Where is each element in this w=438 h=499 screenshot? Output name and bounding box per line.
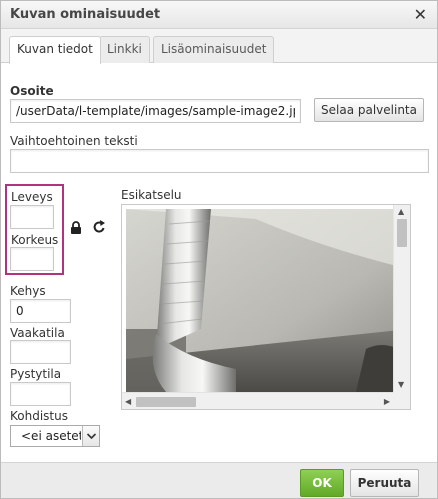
dimensions-highlight: Leveys Korkeus bbox=[5, 184, 64, 275]
tab-image-info[interactable]: Kuvan tiedot bbox=[9, 36, 101, 64]
chevron-down-icon[interactable] bbox=[82, 426, 99, 446]
image-properties-dialog: Kuvan ominaisuudet ✕ Kuvan tiedot Linkki… bbox=[0, 0, 438, 499]
tab-link[interactable]: Linkki bbox=[99, 36, 150, 63]
alt-text-label: Vaihtoehtoinen teksti bbox=[10, 134, 138, 148]
dialog-titlebar[interactable]: Kuvan ominaisuudet ✕ bbox=[1, 1, 437, 29]
scroll-up-icon[interactable]: ▲ bbox=[398, 207, 404, 217]
hspace-input[interactable] bbox=[10, 340, 71, 364]
align-selected-value: <ei asetettu> bbox=[21, 429, 81, 443]
horizontal-scroll-thumb[interactable] bbox=[136, 397, 196, 407]
tab-advanced[interactable]: Lisäominaisuudet bbox=[153, 36, 275, 63]
ok-button[interactable]: OK bbox=[300, 469, 344, 497]
hspace-label: Vaakatila bbox=[10, 326, 65, 340]
scroll-corner bbox=[393, 392, 410, 409]
height-input[interactable] bbox=[10, 247, 54, 271]
border-input[interactable] bbox=[10, 299, 71, 323]
url-label: Osoite bbox=[10, 84, 54, 98]
vertical-scroll-thumb[interactable] bbox=[397, 219, 407, 247]
scroll-left-icon[interactable]: ◀ bbox=[125, 397, 131, 407]
align-label: Kohdistus bbox=[10, 409, 68, 423]
width-label: Leveys bbox=[11, 190, 53, 204]
reset-size-icon[interactable] bbox=[93, 220, 106, 237]
scroll-right-icon[interactable]: ▶ bbox=[384, 397, 390, 407]
preview-horizontal-scrollbar[interactable]: ◀ ▶ bbox=[122, 392, 393, 409]
alt-text-input[interactable] bbox=[10, 149, 429, 173]
url-input[interactable] bbox=[10, 99, 301, 123]
preview-vertical-scrollbar[interactable]: ▲ ▼ bbox=[393, 205, 410, 392]
close-icon[interactable]: ✕ bbox=[414, 5, 427, 24]
lock-icon[interactable] bbox=[70, 221, 82, 237]
width-input[interactable] bbox=[10, 205, 54, 229]
dialog-title: Kuvan ominaisuudet bbox=[10, 7, 161, 22]
cancel-button[interactable]: Peruuta bbox=[350, 469, 419, 497]
browse-server-button[interactable]: Selaa palvelinta bbox=[314, 98, 424, 122]
vspace-label: Pystytila bbox=[10, 367, 62, 381]
tab-bar: Kuvan tiedot Linkki Lisäominaisuudet bbox=[1, 29, 437, 64]
align-select[interactable]: <ei asetettu> bbox=[10, 425, 100, 447]
dialog-footer: OK Peruuta bbox=[1, 462, 437, 498]
preview-label: Esikatselu bbox=[121, 188, 182, 202]
vspace-input[interactable] bbox=[10, 382, 71, 406]
preview-image bbox=[126, 209, 409, 392]
height-label: Korkeus bbox=[11, 233, 59, 247]
preview-panel[interactable]: ▲ ▼ ◀ ▶ bbox=[121, 204, 411, 410]
scroll-down-icon[interactable]: ▼ bbox=[398, 380, 404, 390]
border-label: Kehys bbox=[10, 284, 46, 298]
